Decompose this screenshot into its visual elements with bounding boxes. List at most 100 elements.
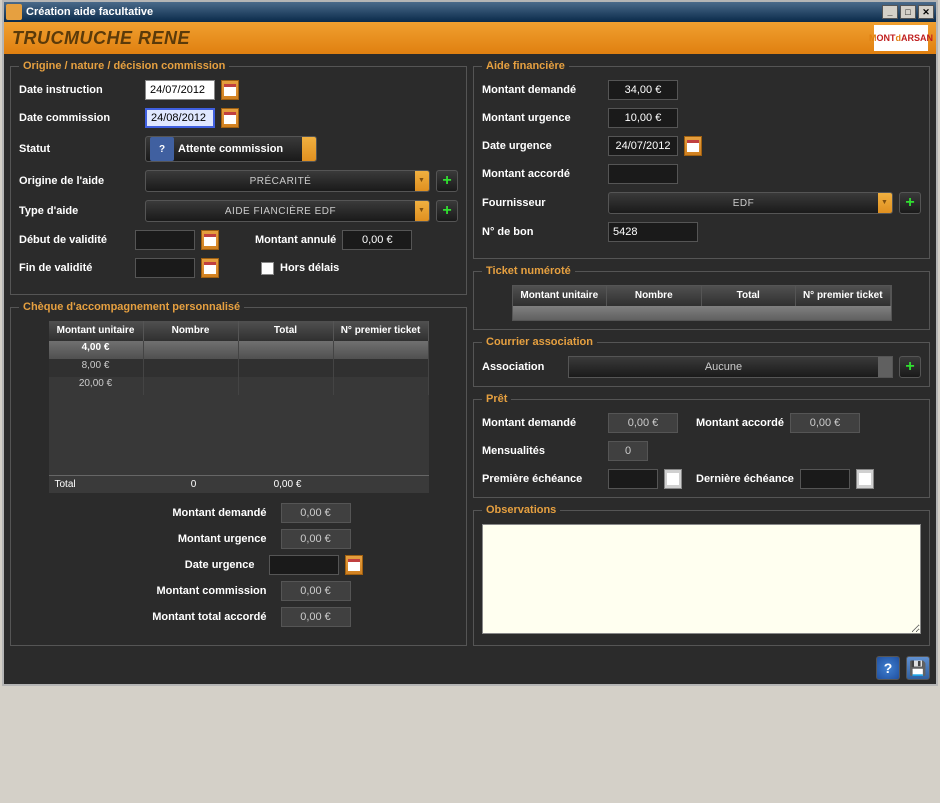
cm-montant-commission-label: Montant commission bbox=[127, 585, 267, 597]
association-label: Association bbox=[482, 361, 562, 373]
fournisseur-value: EDF bbox=[609, 198, 878, 209]
calendar-icon[interactable] bbox=[221, 80, 239, 100]
cm-montant-total-label: Montant total accordé bbox=[127, 611, 267, 623]
close-button[interactable]: ✕ bbox=[918, 5, 934, 19]
calendar-icon[interactable] bbox=[201, 258, 219, 278]
aide-legend: Aide financière bbox=[482, 60, 569, 72]
af-montant-urgence[interactable] bbox=[608, 108, 678, 128]
date-instruction-label: Date instruction bbox=[19, 84, 139, 96]
pret-derniere[interactable] bbox=[800, 469, 850, 489]
pret-mensualites bbox=[608, 441, 648, 461]
debut-validite-label: Début de validité bbox=[19, 234, 129, 246]
af-date-urgence[interactable] bbox=[608, 136, 678, 156]
statut-value: Attente commission bbox=[178, 143, 302, 155]
cheque-fieldset: Chèque d'accompagnement personnalisé Mon… bbox=[10, 301, 467, 646]
help-button[interactable]: ? bbox=[876, 656, 900, 680]
titlebar: Création aide facultative _ □ ✕ bbox=[4, 2, 936, 22]
assoc-fieldset: Courrier association Association Aucune … bbox=[473, 336, 930, 387]
pret-accorde bbox=[790, 413, 860, 433]
cheque-legend: Chèque d'accompagnement personnalisé bbox=[19, 301, 244, 313]
person-name: TRUCMUCHE RENE bbox=[12, 28, 190, 49]
association-select[interactable]: Aucune bbox=[568, 356, 893, 378]
add-fournisseur-button[interactable]: + bbox=[899, 192, 921, 214]
chevron-down-icon bbox=[878, 357, 892, 377]
observations-textarea[interactable] bbox=[482, 524, 921, 634]
col-header: N° premier ticket bbox=[334, 321, 429, 341]
table-row[interactable]: 4,00 € bbox=[49, 341, 429, 359]
assoc-legend: Courrier association bbox=[482, 336, 597, 348]
chevron-down-icon bbox=[415, 201, 429, 221]
minimize-button[interactable]: _ bbox=[882, 5, 898, 19]
debut-validite-input[interactable] bbox=[135, 230, 195, 250]
pret-premiere-label: Première échéance bbox=[482, 473, 602, 485]
person-header: TRUCMUCHE RENE MONTdARSAN bbox=[4, 22, 936, 54]
statut-select[interactable]: ? Attente commission bbox=[145, 136, 317, 162]
calendar-icon[interactable] bbox=[201, 230, 219, 250]
statut-label: Statut bbox=[19, 143, 139, 155]
ticket-legend: Ticket numéroté bbox=[482, 265, 575, 277]
cm-montant-urgence bbox=[281, 529, 351, 549]
col-header: Nombre bbox=[607, 286, 702, 306]
cm-montant-urgence-label: Montant urgence bbox=[127, 533, 267, 545]
fournisseur-select[interactable]: EDF bbox=[608, 192, 893, 214]
cm-montant-total bbox=[281, 607, 351, 627]
date-commission-label: Date commission bbox=[19, 112, 139, 124]
maximize-button[interactable]: □ bbox=[900, 5, 916, 19]
col-header: Montant unitaire bbox=[49, 321, 144, 341]
calendar-icon[interactable] bbox=[221, 108, 239, 128]
col-header: Montant unitaire bbox=[513, 286, 608, 306]
af-numbon[interactable] bbox=[608, 222, 698, 242]
calendar-icon[interactable] bbox=[856, 469, 874, 489]
chevron-down-icon bbox=[415, 171, 429, 191]
date-instruction-input[interactable] bbox=[145, 80, 215, 100]
table-row[interactable]: 8,00 € bbox=[49, 359, 429, 377]
af-date-urgence-label: Date urgence bbox=[482, 140, 602, 152]
add-type-button[interactable]: + bbox=[436, 200, 458, 222]
calendar-icon[interactable] bbox=[684, 136, 702, 156]
origine-fieldset: Origine / nature / décision commission D… bbox=[10, 60, 467, 295]
obs-fieldset: Observations bbox=[473, 504, 930, 646]
pret-demande bbox=[608, 413, 678, 433]
footer: ? 💾 bbox=[4, 652, 936, 684]
calendar-icon[interactable] bbox=[345, 555, 363, 575]
pret-demande-label: Montant demandé bbox=[482, 417, 602, 429]
brand-logo: MONTdARSAN bbox=[874, 25, 928, 51]
hors-delais-checkbox[interactable] bbox=[261, 262, 274, 275]
add-association-button[interactable]: + bbox=[899, 356, 921, 378]
hors-delais-label: Hors délais bbox=[280, 262, 339, 274]
pret-accorde-label: Montant accordé bbox=[696, 417, 784, 429]
pret-premiere[interactable] bbox=[608, 469, 658, 489]
af-numbon-label: N° de bon bbox=[482, 226, 602, 238]
col-header: N° premier ticket bbox=[796, 286, 891, 306]
ticket-grid[interactable]: Montant unitaire Nombre Total N° premier… bbox=[512, 285, 892, 321]
pret-fieldset: Prêt Montant demandé Montant accordé Men… bbox=[473, 393, 930, 498]
origine-aide-label: Origine de l'aide bbox=[19, 175, 139, 187]
save-button[interactable]: 💾 bbox=[906, 656, 930, 680]
table-row[interactable]: 20,00 € bbox=[49, 377, 429, 395]
date-commission-input[interactable] bbox=[145, 108, 215, 128]
cm-date-urgence-label: Date urgence bbox=[115, 559, 255, 571]
montant-annule-label: Montant annulé bbox=[255, 234, 336, 246]
add-origine-button[interactable]: + bbox=[436, 170, 458, 192]
app-window: Création aide facultative _ □ ✕ TRUCMUCH… bbox=[2, 0, 938, 686]
app-icon bbox=[6, 4, 22, 20]
cheque-grid[interactable]: Montant unitaire Nombre Total N° premier… bbox=[49, 321, 429, 493]
fin-validite-input[interactable] bbox=[135, 258, 195, 278]
fin-validite-label: Fin de validité bbox=[19, 262, 129, 274]
association-value: Aucune bbox=[569, 361, 878, 373]
col-header: Total bbox=[239, 321, 334, 341]
chevron-down-icon bbox=[878, 193, 892, 213]
person-icon: ? bbox=[150, 137, 174, 161]
af-montant-accorde[interactable] bbox=[608, 164, 678, 184]
pret-legend: Prêt bbox=[482, 393, 511, 405]
af-montant-demande-label: Montant demandé bbox=[482, 84, 602, 96]
origine-aide-select[interactable]: PRÉCARITÉ bbox=[145, 170, 430, 192]
origine-aide-value: PRÉCARITÉ bbox=[146, 176, 415, 187]
calendar-icon[interactable] bbox=[664, 469, 682, 489]
type-aide-select[interactable]: AIDE FIANCIÈRE EDF bbox=[145, 200, 430, 222]
montant-annule-input[interactable] bbox=[342, 230, 412, 250]
window-title: Création aide facultative bbox=[26, 6, 153, 18]
cm-date-urgence[interactable] bbox=[269, 555, 339, 575]
af-montant-demande[interactable] bbox=[608, 80, 678, 100]
af-montant-accorde-label: Montant accordé bbox=[482, 168, 602, 180]
